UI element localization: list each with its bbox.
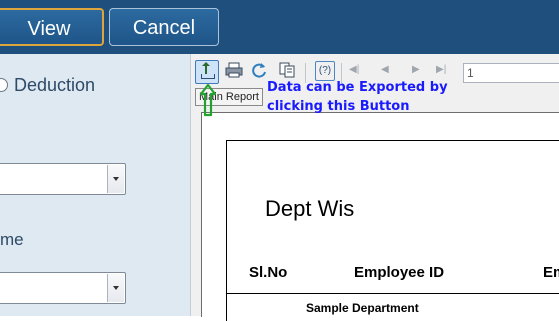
- column-header-employee-id: Employee ID: [354, 264, 445, 281]
- field-label: me: [0, 230, 24, 249]
- column-header-employee-name: Em: [543, 264, 559, 281]
- first-page-icon[interactable]: ◀|: [349, 64, 359, 75]
- chevron-down-icon[interactable]: [107, 165, 124, 193]
- next-page-icon[interactable]: ▶: [412, 64, 420, 75]
- department-group-label: Sample Department: [306, 301, 419, 315]
- refresh-icon[interactable]: [249, 61, 269, 81]
- header-divider: [226, 293, 559, 294]
- top-toolbar: View Cancel: [0, 0, 559, 54]
- export-annotation: Data can be Exported by clicking this Bu…: [267, 80, 448, 114]
- name-select[interactable]: [0, 272, 126, 304]
- last-page-icon[interactable]: ▶|: [436, 64, 446, 75]
- export-icon: [201, 74, 215, 79]
- chevron-down-icon[interactable]: [107, 274, 124, 302]
- department-select[interactable]: [0, 163, 126, 195]
- export-button[interactable]: [195, 60, 219, 84]
- report-title: Dept Wis: [265, 196, 355, 221]
- deduction-radio-label: Deduction: [14, 75, 96, 95]
- column-header-slno: Sl.No: [249, 264, 288, 281]
- view-button[interactable]: View: [0, 8, 104, 46]
- previous-page-icon[interactable]: ◀: [381, 64, 389, 75]
- cancel-button[interactable]: Cancel: [109, 8, 219, 46]
- arrow-up-icon: [200, 84, 216, 117]
- page-number-input[interactable]: 1: [463, 63, 559, 83]
- print-icon[interactable]: [224, 61, 244, 81]
